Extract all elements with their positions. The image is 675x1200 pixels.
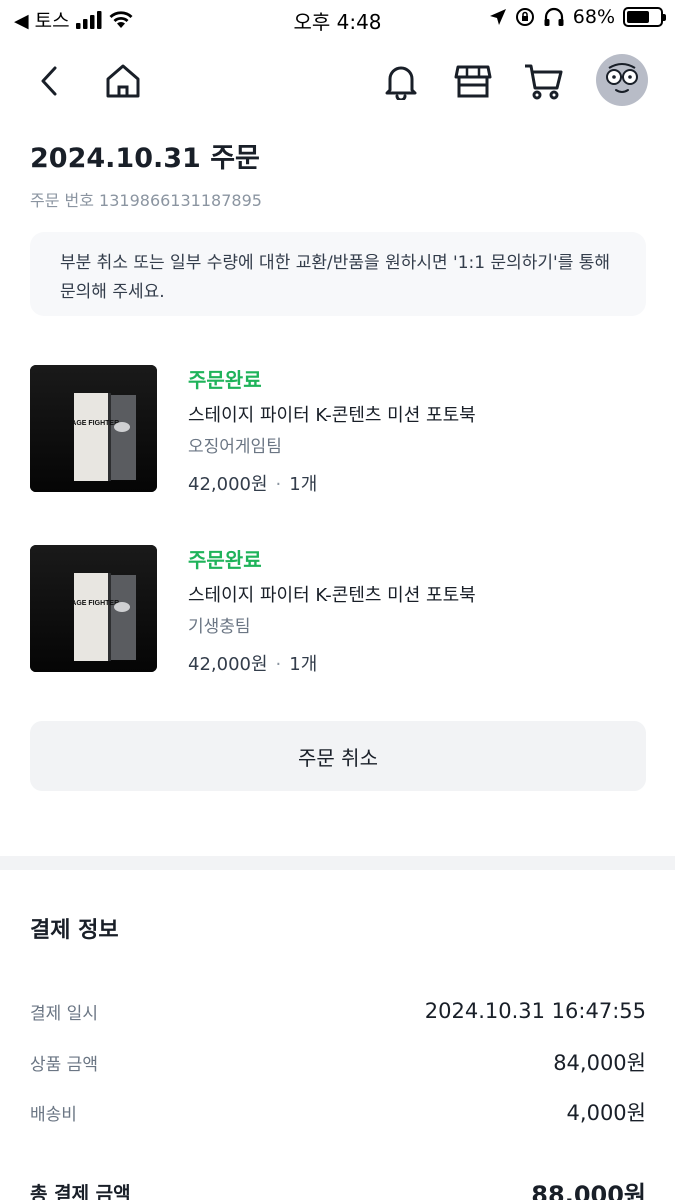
payment-value: 4,000원 [566,1101,646,1125]
product-price: 42,000원 [188,474,268,495]
headphones-icon [544,7,564,26]
product-info: 주문완료 스테이지 파이터 K-콘텐츠 미션 포토북 오징어게임팀 42,000… [188,365,476,503]
battery-icon [623,7,666,27]
total-label: 총 결제 금액 [30,1182,131,1200]
product-thumbnail[interactable]: STAGE FIGHTER [30,365,157,492]
notice-box: 부분 취소 또는 일부 수량에 대한 교환/반품을 원하시면 '1:1 문의하기… [30,232,646,316]
thumb-text: STAGE FIGHTER [63,600,119,607]
product-item[interactable]: STAGE FIGHTER 주문완료 스테이지 파이터 K-콘텐츠 미션 포토북… [30,545,646,675]
section-divider [0,856,675,870]
battery-percent: 68% [572,6,615,28]
payment-value: 84,000원 [553,1051,646,1075]
cart-icon [525,64,563,100]
order-status: 주문완료 [188,368,262,392]
avatar-glasses-face-icon [606,63,638,93]
price-row: 42,000원 · 1개 [188,467,476,503]
order-status: 주문완료 [188,548,262,572]
battery-fill [627,11,649,23]
product-price: 42,000원 [188,654,268,675]
payment-label: 상품 금액 [30,1054,98,1075]
notice-line-1: 부분 취소 또는 일부 수량에 대한 교환/반품을 원하시면 '1:1 문의하기… [60,253,611,273]
status-bar-right: 68% [489,6,666,28]
home-icon [106,64,140,98]
avatar[interactable] [596,54,648,106]
photobook-image: STAGE FIGHTER [30,545,157,672]
location-arrow-icon [489,9,506,25]
order-number: 주문 번호 1319866131187895 [30,191,262,210]
total-value: 88,000원 [531,1180,646,1200]
notification-button[interactable] [376,56,426,106]
cancel-order-button[interactable]: 주문 취소 [30,721,646,791]
product-item[interactable]: STAGE FIGHTER 주문완료 스테이지 파이터 K-콘텐츠 미션 포토북… [30,365,646,495]
home-button[interactable] [98,56,148,106]
back-button[interactable] [24,56,74,106]
payment-row: 결제 일시 2024.10.31 16:47:55 [30,991,646,1031]
store-icon [454,65,492,98]
thumb-text: STAGE FIGHTER [63,420,119,427]
product-option: 기생충팀 [188,617,251,637]
payment-row: 상품 금액 84,000원 [30,1042,646,1082]
nav-bar [0,50,675,112]
payment-value: 2024.10.31 16:47:55 [424,999,646,1023]
payment-row: 배송비 4,000원 [30,1092,646,1132]
product-quantity: 1개 [289,474,318,495]
price-row: 42,000원 · 1개 [188,647,476,683]
payment-total-row: 총 결제 금액 88,000원 [30,1172,646,1200]
payment-section-title: 결제 정보 [30,918,119,943]
photobook-image: STAGE FIGHTER [30,365,157,492]
notice-line-2: 문의해 주세요. [60,282,165,302]
product-name[interactable]: 스테이지 파이터 K-콘텐츠 미션 포토북 [188,579,476,613]
cart-button[interactable] [518,56,568,106]
status-bar: ◀ 토스 오후 4:48 68% [0,0,675,38]
bell-icon [385,66,417,100]
chevron-left-icon [41,66,57,96]
separator-dot: · [275,474,282,495]
product-option: 오징어게임팀 [188,437,282,457]
payment-label: 결제 일시 [30,1003,98,1024]
product-quantity: 1개 [289,654,318,675]
store-button[interactable] [448,56,498,106]
separator-dot: · [275,654,282,675]
product-thumbnail[interactable]: STAGE FIGHTER [30,545,157,672]
rotation-lock-icon [515,8,534,26]
payment-label: 배송비 [30,1104,77,1125]
product-name[interactable]: 스테이지 파이터 K-콘텐츠 미션 포토북 [188,399,476,433]
product-info: 주문완료 스테이지 파이터 K-콘텐츠 미션 포토북 기생충팀 42,000원 … [188,545,476,683]
order-title: 2024.10.31 주문 [30,143,260,174]
